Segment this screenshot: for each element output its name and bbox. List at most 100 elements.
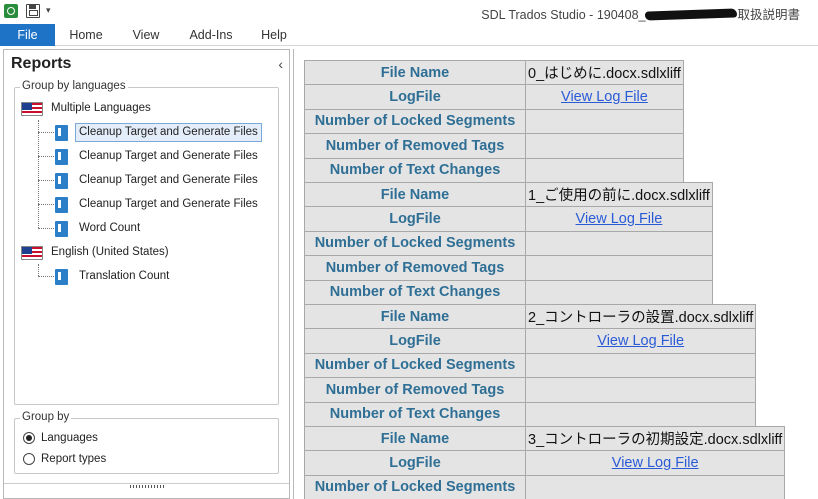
reports-panel: Reports ‹ Group by languages Multiple La… — [3, 49, 290, 499]
locked-segments-value — [525, 230, 713, 257]
text-changes-value — [525, 279, 713, 305]
logfile-cell: View Log File — [525, 84, 684, 110]
locked-segments-label: Number of Locked Segments — [304, 474, 526, 499]
view-log-file-link[interactable]: View Log File — [576, 211, 663, 227]
table-row: LogFile View Log File — [304, 206, 713, 232]
window-title-prefix: SDL Trados Studio - 190408_ — [481, 8, 646, 22]
tree-item-report[interactable]: Cleanup Target and Generate Files — [55, 122, 275, 142]
report-document-icon — [55, 173, 68, 189]
file-name-value: 2_コントローラの設置.docx.sdlxliff — [524, 303, 757, 330]
radio-report-types[interactable]: Report types — [23, 450, 223, 468]
table-row: File Name 2_コントローラの設置.docx.sdlxliff — [304, 303, 757, 330]
removed-tags-value — [525, 133, 684, 159]
locked-segments-value — [525, 108, 684, 135]
removed-tags-label: Number of Removed Tags — [304, 377, 526, 403]
removed-tags-value — [525, 255, 713, 281]
logfile-cell: View Log File — [525, 206, 713, 232]
group-by-legend: Group by — [20, 411, 72, 423]
locked-segments-label: Number of Locked Segments — [304, 230, 526, 257]
text-changes-value — [525, 157, 684, 183]
report-document-icon — [55, 221, 68, 237]
tree-item-report[interactable]: Cleanup Target and Generate Files — [55, 170, 275, 190]
tree-connector — [38, 228, 56, 229]
tree-connector — [38, 120, 39, 228]
logfile-label: LogFile — [304, 450, 526, 476]
splitter-grip-icon[interactable] — [130, 485, 164, 488]
group-by-box: Group by Languages Report types — [14, 411, 279, 474]
tree-item-report[interactable]: Translation Count — [55, 266, 275, 286]
logfile-label: LogFile — [304, 84, 526, 110]
tree-node-label: Multiple Languages — [51, 102, 151, 114]
menu-home[interactable]: Home — [64, 24, 108, 46]
file-report-table: File Name 1_ご使用の前に.docx.sdlxliff LogFile V… — [304, 181, 713, 305]
title-bar: ▾ SDL Trados Studio - 190408_ 取扱説明書 — [0, 0, 818, 24]
file-report-table: File Name 0_はじめに.docx.sdlxliff LogFile Vie… — [304, 59, 684, 183]
locked-segments-label: Number of Locked Segments — [304, 352, 526, 379]
table-row: File Name 0_はじめに.docx.sdlxliff — [304, 59, 684, 86]
tree-connector — [38, 156, 56, 157]
table-row: LogFile View Log File — [304, 328, 757, 354]
radio-unchecked-icon[interactable] — [23, 453, 35, 465]
removed-tags-value — [524, 377, 757, 403]
radio-languages[interactable]: Languages — [23, 429, 223, 447]
view-log-file-link[interactable]: View Log File — [561, 89, 648, 105]
file-name-label: File Name — [304, 181, 526, 208]
locked-segments-value — [524, 352, 757, 379]
removed-tags-label: Number of Removed Tags — [304, 133, 526, 159]
tree-node-multiple-languages[interactable]: Multiple Languages — [21, 98, 271, 118]
file-name-value: 1_ご使用の前に.docx.sdlxliff — [525, 181, 713, 208]
table-row: Number of Locked Segments — [304, 474, 786, 499]
radio-checked-icon[interactable] — [23, 432, 35, 444]
text-changes-label: Number of Text Changes — [304, 157, 526, 183]
file-name-value: 0_はじめに.docx.sdlxliff — [525, 59, 684, 86]
report-document-icon — [55, 269, 68, 285]
tree-item-label: Cleanup Target and Generate Files — [79, 174, 258, 186]
file-name-label: File Name — [304, 425, 526, 452]
tree-node-english-us[interactable]: English (United States) — [21, 242, 271, 262]
locked-segments-value — [524, 474, 786, 499]
table-row: Number of Text Changes — [304, 157, 684, 183]
reports-panel-title: Reports — [11, 55, 72, 72]
view-log-file-link[interactable]: View Log File — [612, 455, 699, 471]
group-by-languages-legend: Group by languages — [20, 80, 128, 92]
tree-item-report[interactable]: Cleanup Target and Generate Files — [55, 146, 275, 166]
us-flag-icon — [21, 246, 43, 260]
table-row: Number of Text Changes — [304, 401, 757, 427]
tree-connector — [38, 132, 56, 133]
logfile-cell: View Log File — [524, 328, 757, 354]
redaction-mark — [645, 7, 737, 21]
menu-file[interactable]: File — [0, 24, 55, 46]
panel-splitter[interactable] — [4, 483, 289, 490]
table-row: Number of Text Changes — [304, 279, 713, 305]
report-document-icon — [55, 125, 68, 141]
radio-label: Languages — [41, 432, 98, 444]
file-name-label: File Name — [304, 303, 526, 330]
table-row: Number of Removed Tags — [304, 255, 713, 281]
tree-item-report[interactable]: Word Count — [55, 218, 275, 238]
table-row: LogFile View Log File — [304, 450, 786, 476]
menu-add-ins[interactable]: Add-Ins — [182, 24, 240, 46]
tree-item-label: Word Count — [79, 222, 141, 234]
table-row: File Name 1_ご使用の前に.docx.sdlxliff — [304, 181, 713, 208]
tree-connector — [38, 276, 56, 277]
quick-access-dropdown-icon[interactable]: ▾ — [46, 3, 51, 17]
report-document-icon — [55, 149, 68, 165]
menu-help[interactable]: Help — [256, 24, 292, 46]
tree-connector — [38, 264, 39, 276]
tree-item-label: Translation Count — [79, 270, 170, 282]
locked-segments-label: Number of Locked Segments — [304, 108, 526, 135]
menu-view[interactable]: View — [126, 24, 166, 46]
ribbon-menu-bar: File Home View Add-Ins Help — [0, 24, 818, 46]
us-flag-icon — [21, 102, 43, 116]
tree-connector — [38, 180, 56, 181]
file-report-table: File Name 3_コントローラの初期設定.docx.sdlxliff Log… — [304, 425, 786, 499]
file-name-label: File Name — [304, 59, 526, 86]
tree-item-report[interactable]: Cleanup Target and Generate Files — [55, 194, 275, 214]
save-icon[interactable] — [26, 4, 40, 18]
trados-app-icon[interactable] — [4, 4, 18, 18]
tree-connector — [38, 204, 56, 205]
logfile-label: LogFile — [304, 206, 526, 232]
view-log-file-link[interactable]: View Log File — [597, 333, 684, 349]
tree-item-label: Cleanup Target and Generate Files — [79, 198, 258, 210]
collapse-panel-icon[interactable]: ‹ — [278, 56, 283, 72]
